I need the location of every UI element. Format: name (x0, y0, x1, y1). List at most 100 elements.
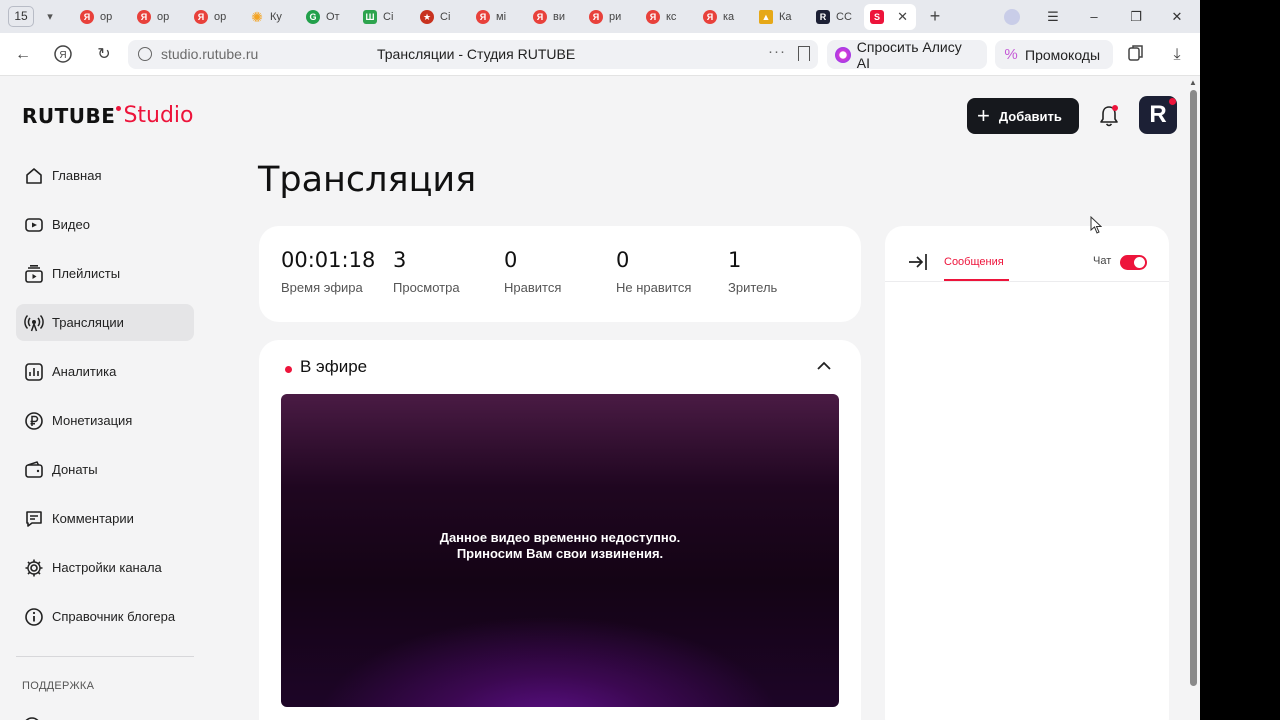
wallet-icon (25, 460, 43, 478)
live-indicator-dot (285, 366, 292, 373)
ask-alice-label: Спросить Алису AI (856, 38, 962, 71)
sidebar-item-label: Аналитика (52, 364, 117, 379)
scroll-up-icon[interactable]: ▲ (1189, 78, 1197, 87)
sidebar-item-home[interactable]: Главная (16, 157, 194, 194)
sidebar-item-broadcasts[interactable]: Трансляции (16, 304, 194, 341)
tab-label: СС (836, 11, 852, 23)
support-icon[interactable] (22, 714, 42, 720)
comment-icon (26, 510, 42, 527)
page-title-text: Трансляции - Студия RUTUBE (377, 46, 576, 62)
browser-tab[interactable]: Я мі (470, 4, 520, 30)
stats-card: 00:01:18 Время эфира 3 Просмотра 0 Нрави… (259, 226, 861, 322)
tab-label: Сі (440, 11, 451, 23)
tab-label: ка (723, 11, 735, 23)
collections-icon[interactable] (1125, 44, 1147, 66)
sidebar-item-analytics[interactable]: Аналитика (16, 353, 194, 390)
browser-tab[interactable]: Я ри (583, 4, 633, 30)
browser-tab[interactable]: Я ор (188, 4, 238, 30)
stat-viewers: 1 Зритель (728, 248, 777, 295)
sidebar-item-channel-settings[interactable]: Настройки канала (16, 549, 194, 586)
live-card: В эфире Данное видео временно недоступно… (259, 340, 861, 720)
browser-tab[interactable]: ★ Сі (414, 4, 464, 30)
video-unavailable-message: Данное видео временно недоступно. Принос… (281, 530, 839, 562)
browser-tab[interactable]: G От (300, 4, 350, 30)
browser-tab[interactable]: Я кс (640, 4, 690, 30)
yandex-icon: Я (476, 10, 490, 24)
more-icon[interactable]: ··· (768, 43, 786, 60)
reload-icon[interactable]: ↻ (93, 44, 115, 66)
sidebar-divider (16, 656, 194, 657)
yandex-icon: Я (589, 10, 603, 24)
sidebar-item-label: Главная (52, 168, 102, 183)
message-line-1: Данное видео временно недоступно. (439, 530, 681, 545)
download-icon[interactable]: ⤓ (1166, 44, 1188, 66)
tab-counter[interactable]: 15 (8, 6, 34, 27)
video-player[interactable]: Данное видео временно недоступно. Принос… (281, 394, 839, 707)
sidebar-item-video[interactable]: Видео (16, 206, 194, 243)
sidebar-item-comments[interactable]: Комментарии (16, 500, 194, 537)
stat-value: 1 (728, 248, 742, 272)
chevron-down-icon[interactable]: ▾ (40, 8, 60, 26)
yandex-icon: Я (80, 10, 94, 24)
page-scrollbar[interactable]: ▲ (1187, 76, 1200, 720)
promo-button[interactable]: % Промокоды (995, 40, 1113, 69)
video-icon (25, 217, 43, 232)
omnibox[interactable]: studio.rutube.ru Трансляции - Студия RUT… (128, 40, 818, 69)
logo-product: Studio (123, 103, 194, 128)
logo-brand: RUTUBE (22, 104, 116, 128)
back-arrow-icon[interactable]: ← (12, 44, 34, 66)
stat-value: 0 (504, 248, 518, 272)
tab-messages[interactable]: Сообщения (944, 256, 1004, 268)
broadcast-icon (24, 314, 44, 331)
tab-label: От (326, 11, 340, 23)
stat-value: 0 (616, 248, 630, 272)
browser-tab[interactable]: Я ви (527, 4, 577, 30)
collapse-panel-icon[interactable] (907, 251, 929, 273)
browser-tab-active[interactable]: S ✕ (864, 4, 916, 30)
rutube-icon: R (816, 10, 830, 24)
yandex-icon: Я (194, 10, 208, 24)
scroll-thumb[interactable] (1190, 90, 1197, 686)
add-button[interactable]: + Добавить (967, 98, 1079, 134)
ask-alice-button[interactable]: Спросить Алису AI (827, 38, 987, 71)
close-tab-icon[interactable]: ✕ (897, 9, 908, 25)
add-button-label: Добавить (998, 108, 1062, 124)
chat-tabs-divider (885, 281, 1169, 282)
profile-icon[interactable] (1004, 9, 1020, 25)
close-window-icon[interactable]: ✕ (1167, 7, 1187, 27)
minimize-icon[interactable]: – (1084, 7, 1104, 27)
yandex-home-icon[interactable]: Я (52, 44, 74, 66)
sidebar-item-monetization[interactable]: Монетизация (16, 402, 194, 439)
tab-label: ор (214, 11, 227, 23)
sidebar-item-donations[interactable]: Донаты (16, 451, 194, 488)
menu-icon[interactable]: ☰ (1043, 7, 1063, 27)
bell-icon[interactable] (1098, 104, 1120, 128)
browser-tab-bar: 15 ▾ Я ор Я ор Я ор ✺ Ку G От Ш Сі ★ Сі … (0, 0, 1200, 33)
restore-icon[interactable]: ❐ (1126, 7, 1146, 27)
sidebar-item-playlists[interactable]: Плейлисты (16, 255, 194, 292)
promo-label: Промокоды (1025, 46, 1101, 63)
url-text[interactable]: studio.rutube.ru (161, 46, 258, 62)
tab-label: ри (609, 11, 622, 23)
picture-icon: ▲ (759, 10, 773, 24)
message-line-2: Приносим Вам свои извинения. (456, 546, 664, 561)
browser-tab[interactable]: ✺ Ку (244, 4, 294, 30)
yandex-icon: Я (137, 10, 151, 24)
bookmark-icon[interactable] (798, 46, 810, 61)
sidebar-item-label: Монетизация (52, 413, 133, 428)
chevron-up-icon[interactable] (816, 358, 832, 374)
rutube-studio-logo[interactable]: RUTUBE Studio (22, 103, 194, 134)
sidebar-item-label: Трансляции (52, 315, 124, 330)
rutube-studio-icon: S (870, 10, 884, 24)
browser-tab[interactable]: Я ор (74, 4, 124, 30)
browser-tab[interactable]: R СС (810, 4, 860, 30)
stat-likes: 0 Нравится (504, 248, 561, 295)
g-icon: G (306, 10, 320, 24)
browser-tab[interactable]: ▲ Ка (753, 4, 803, 30)
browser-tab[interactable]: Я ка (697, 4, 747, 30)
browser-tab[interactable]: Ш Сі (357, 4, 407, 30)
browser-tab[interactable]: Я ор (131, 4, 181, 30)
new-tab-icon[interactable]: + (925, 6, 945, 26)
chat-toggle[interactable] (1120, 255, 1147, 270)
sidebar-item-blogger-guide[interactable]: Справочник блогера (16, 598, 194, 635)
